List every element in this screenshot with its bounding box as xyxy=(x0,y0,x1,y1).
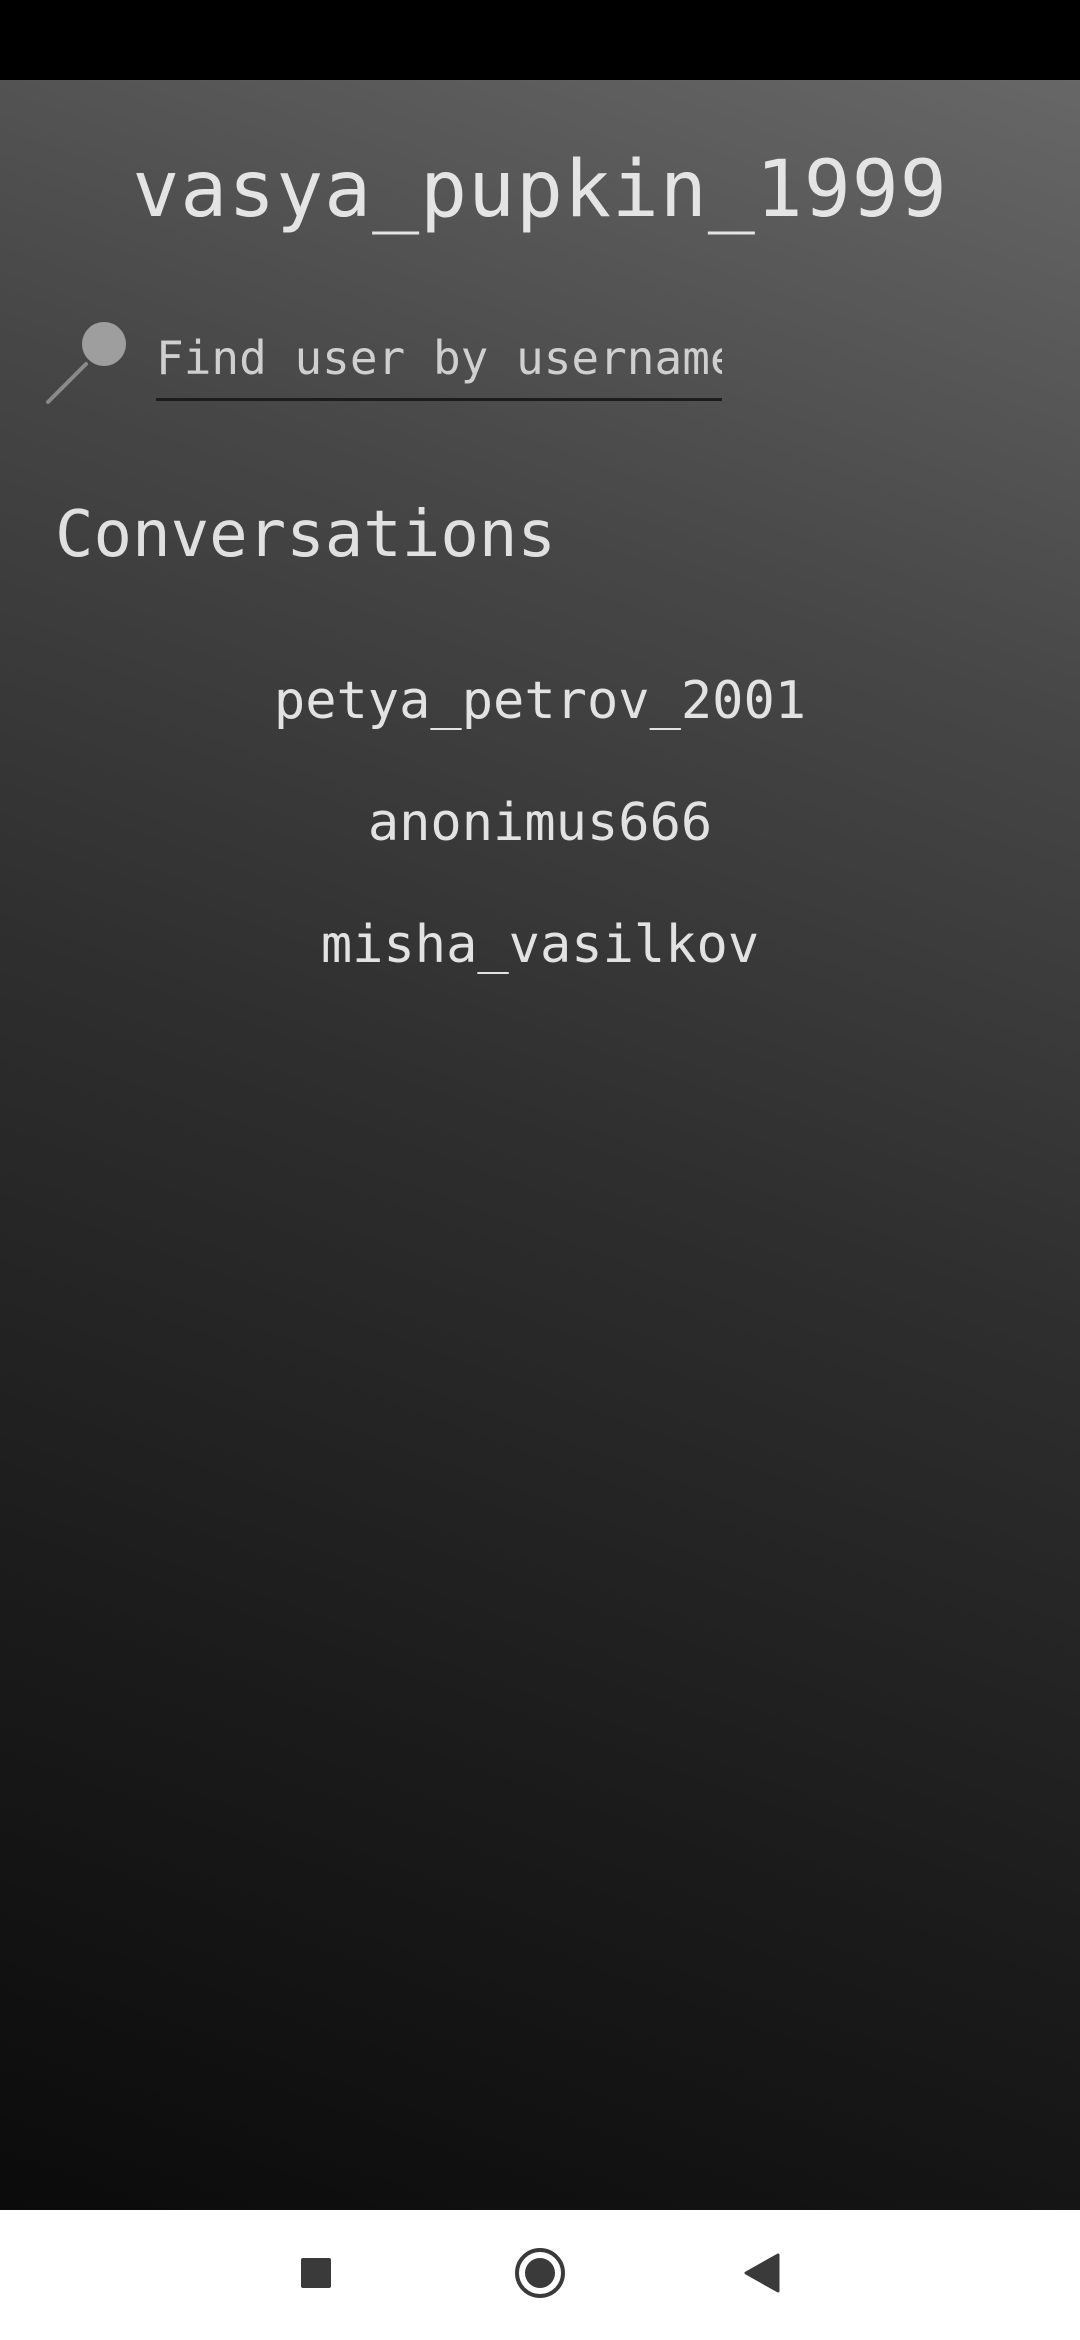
search-input[interactable] xyxy=(156,318,722,401)
page-title: vasya_pupkin_1999 xyxy=(132,145,948,235)
search-bar xyxy=(44,318,744,408)
home-button[interactable] xyxy=(500,2235,580,2315)
conversation-item[interactable]: misha_vasilkov xyxy=(0,884,1080,1006)
back-button[interactable] xyxy=(722,2235,802,2315)
status-bar xyxy=(0,0,1080,80)
app-screen: vasya_pupkin_1999 Conversations petya_pe… xyxy=(0,80,1080,2210)
back-triangle-icon xyxy=(742,2252,782,2298)
conversation-list: petya_petrov_2001 anonimus666 misha_vasi… xyxy=(0,640,1080,1006)
home-circle-icon xyxy=(513,2246,567,2304)
conversations-heading: Conversations xyxy=(55,498,556,572)
magnifier-icon[interactable] xyxy=(44,320,134,406)
recents-button[interactable] xyxy=(276,2235,356,2315)
navigation-bar xyxy=(0,2210,1080,2340)
conversation-item[interactable]: anonimus666 xyxy=(0,762,1080,884)
recents-square-icon xyxy=(299,2256,333,2294)
conversation-item[interactable]: petya_petrov_2001 xyxy=(0,640,1080,762)
